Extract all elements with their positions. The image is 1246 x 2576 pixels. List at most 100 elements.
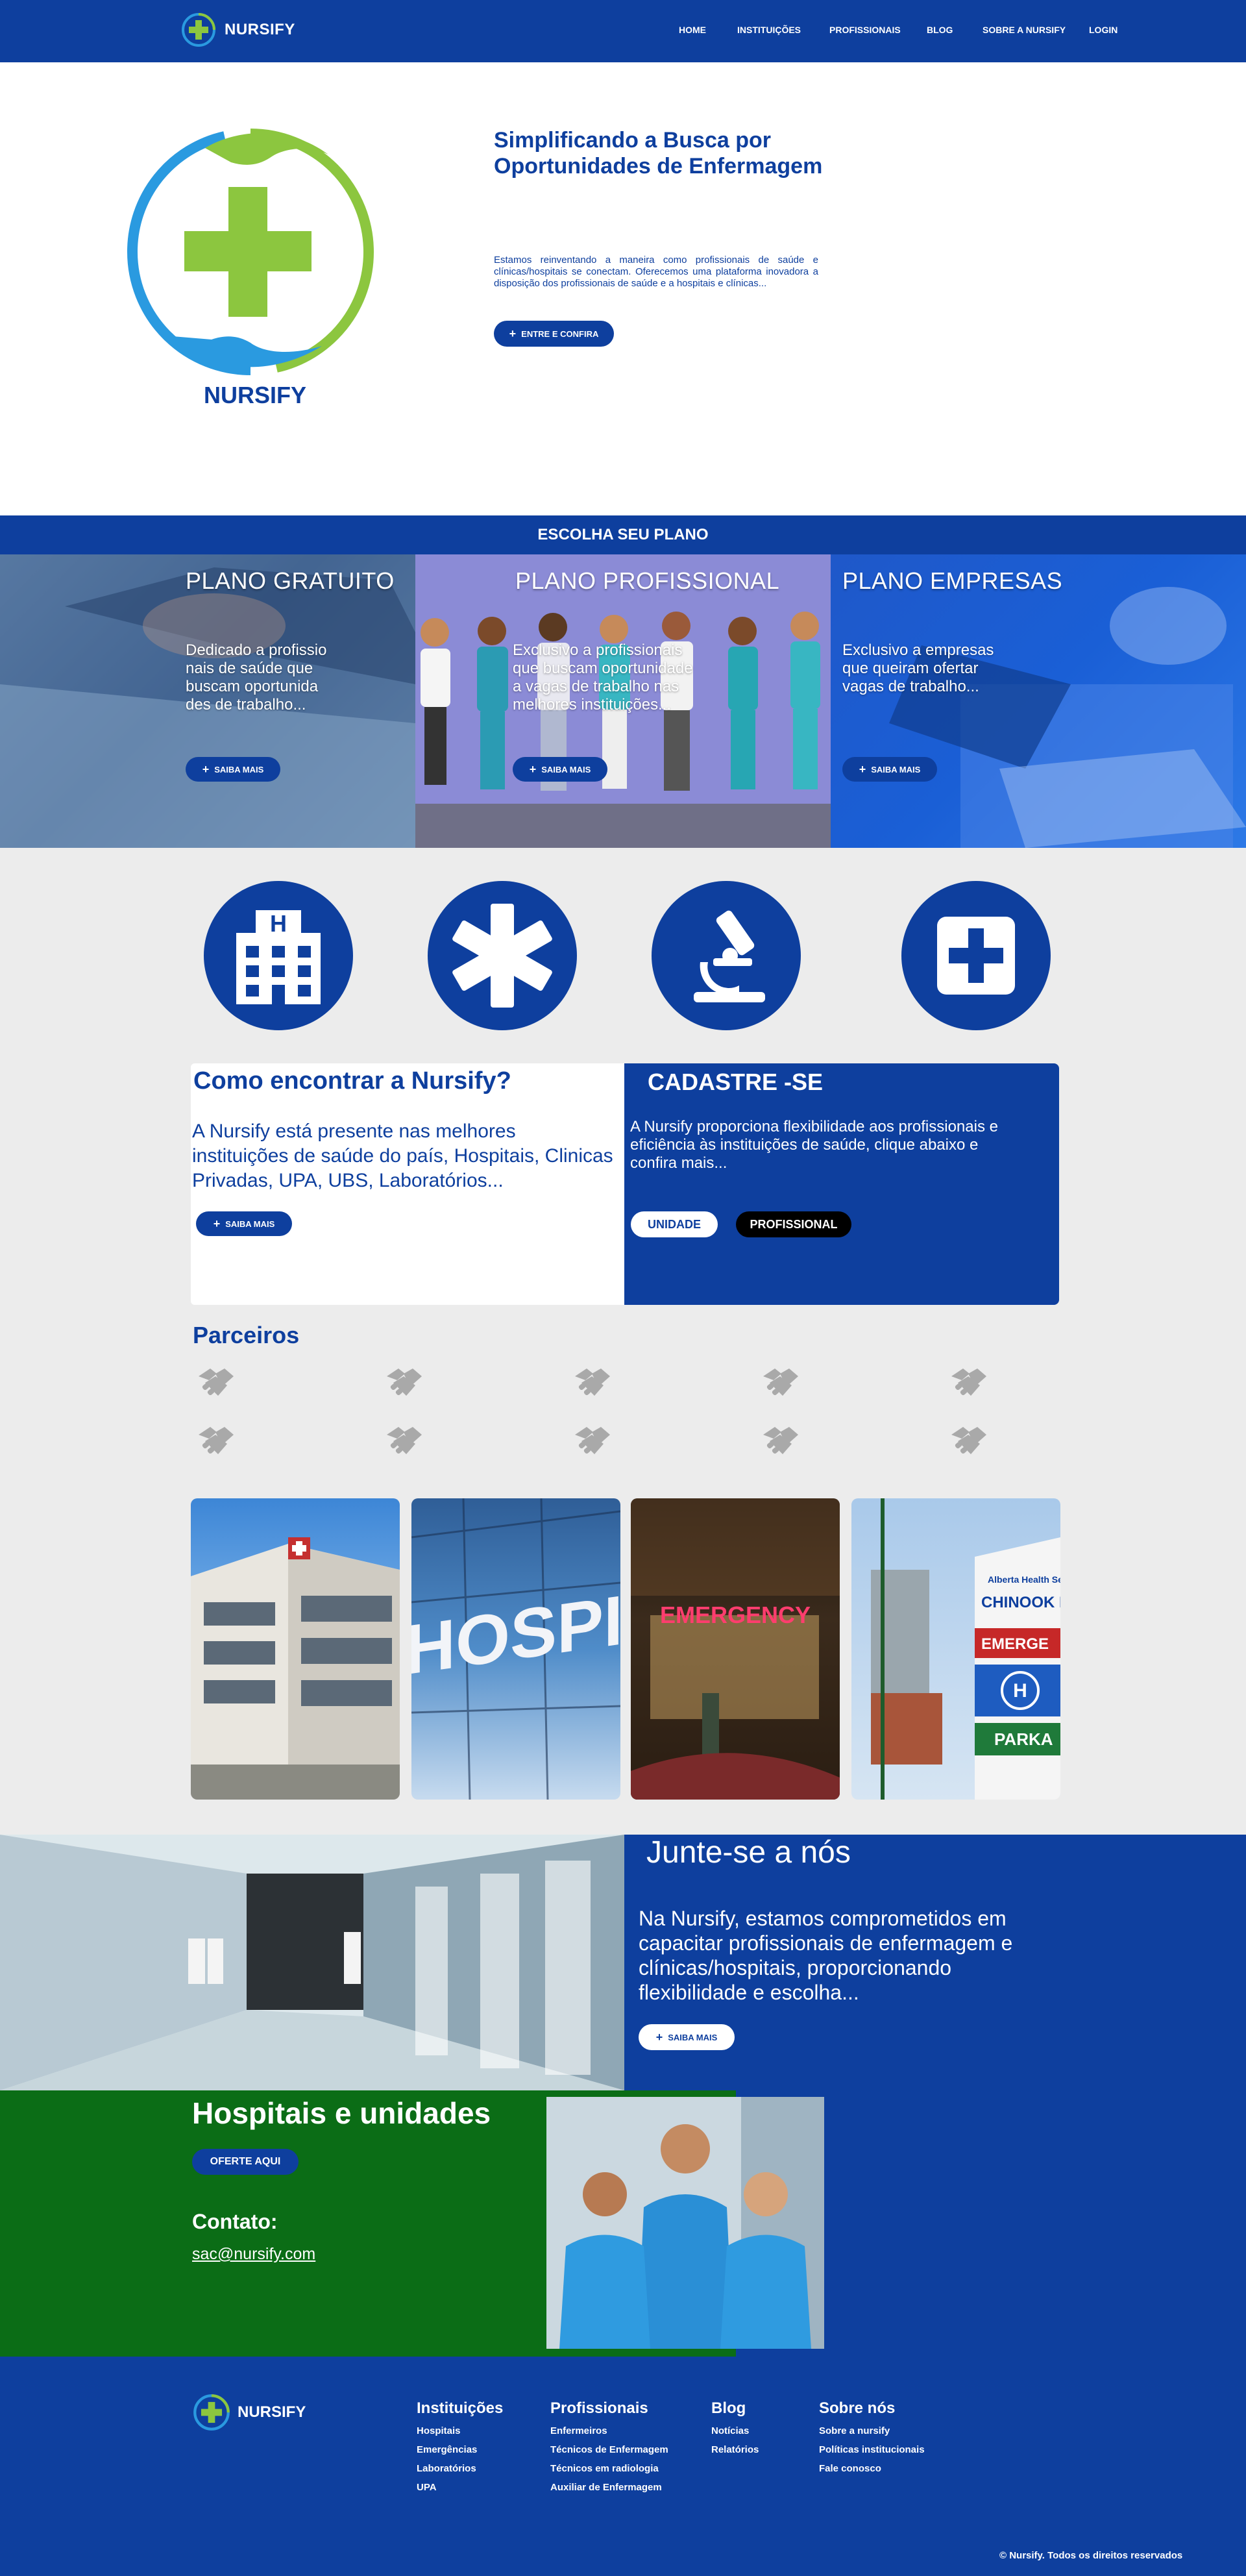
footer-logo[interactable]: NURSIFY — [192, 2393, 306, 2432]
parka-text: PARKA — [994, 1729, 1053, 1749]
offer-here-button[interactable]: OFERTE AQUI — [192, 2149, 299, 2175]
plan-text: Exclusivo a profissionais que buscam opo… — [513, 641, 693, 713]
footer-link[interactable]: Notícias — [711, 2421, 759, 2440]
photo-card-emergency: EMERGENCY — [631, 1498, 840, 1800]
footer-link[interactable]: Auxiliar de Enfermagem — [550, 2478, 668, 2497]
nav-profissionais[interactable]: PROFISSIONAIS — [829, 25, 901, 35]
footer-col-instituicoes: Instituições Hospitais Emergências Labor… — [417, 2399, 503, 2497]
hero-cta-button[interactable]: + ENTRE E CONFIRA — [494, 321, 614, 347]
footer-link[interactable]: Técnicos de Enfermagem — [550, 2440, 668, 2459]
plan-card-professional: PLANO PROFISSIONAL Exclusivo a profissio… — [415, 554, 831, 848]
footer-link[interactable]: Relatórios — [711, 2440, 759, 2459]
plan-title: PLANO PROFISSIONAL — [515, 567, 780, 594]
chinook-name-text: CHINOOK RE HOSPITAL — [981, 1594, 1060, 1611]
handshake-icon[interactable] — [196, 1423, 236, 1459]
plan-title: PLANO EMPRESAS — [842, 567, 1063, 594]
contact-label: Contato: — [192, 2210, 278, 2233]
hospit-sign-photo: HOSPIT — [411, 1498, 620, 1800]
photo-card-hospit-sign: HOSPIT — [411, 1498, 620, 1800]
hero-description: Estamos reinventando a maneira como prof… — [494, 254, 818, 289]
footer-link[interactable]: UPA — [417, 2478, 503, 2497]
handshake-icon[interactable] — [384, 1365, 424, 1401]
contact-email-link[interactable]: sac@nursify.com — [192, 2245, 315, 2264]
join-title: Junte-se a nós — [646, 1835, 851, 1870]
svg-text:H: H — [270, 910, 287, 937]
footer-link[interactable]: Enfermeiros — [550, 2421, 668, 2440]
handshake-icon[interactable] — [949, 1423, 989, 1459]
join-more-button[interactable]: + SAIBA MAIS — [639, 2024, 735, 2050]
unit-button[interactable]: UNIDADE — [631, 1211, 718, 1237]
footer-col-blog: Blog Notícias Relatórios — [711, 2399, 759, 2459]
footer-link[interactable]: Laboratórios — [417, 2459, 503, 2478]
footer-col-title: Sobre nós — [819, 2399, 896, 2417]
plans-heading: ESCOLHA SEU PLANO — [0, 515, 1246, 554]
find-more-label: SAIBA MAIS — [225, 1219, 275, 1229]
nursify-logo-icon — [193, 2394, 230, 2431]
plus-icon: + — [509, 327, 517, 340]
handshake-icon[interactable] — [949, 1365, 989, 1401]
nav-blog[interactable]: BLOG — [927, 25, 953, 35]
nurses-team-photo — [546, 2097, 824, 2349]
nav-logo[interactable]: NURSIFY — [180, 12, 295, 48]
microscope-icon — [652, 881, 801, 1030]
plan-more-button[interactable]: + SAIBA MAIS — [186, 757, 280, 782]
plus-icon: + — [202, 762, 210, 776]
footer-col-title: Instituições — [417, 2399, 504, 2417]
laptop-photo — [889, 587, 1246, 848]
register-description: A Nursify proporciona flexibilidade aos … — [630, 1118, 998, 1172]
nav-login[interactable]: LOGIN — [1089, 25, 1118, 35]
handshake-icon[interactable] — [572, 1423, 613, 1459]
plan-more-label: SAIBA MAIS — [214, 764, 264, 774]
nav-brand-name: NURSIFY — [225, 21, 295, 38]
plan-more-label: SAIBA MAIS — [541, 764, 591, 774]
footer-link[interactable]: Hospitais — [417, 2421, 503, 2440]
find-title: Como encontrar a Nursify? — [193, 1067, 511, 1095]
medical-cross-icon — [901, 881, 1051, 1030]
handshake-icon[interactable] — [384, 1423, 424, 1459]
h-sign-text: H — [1013, 1680, 1027, 1702]
nav-home[interactable]: HOME — [679, 25, 706, 35]
hero-logo-icon — [127, 129, 374, 375]
top-navbar: NURSIFY HOME INSTITUIÇÕES PROFISSIONAIS … — [0, 0, 1246, 62]
hospital-building-icon: H — [204, 881, 353, 1030]
plus-icon: + — [859, 762, 866, 776]
handshake-icon[interactable] — [572, 1365, 613, 1401]
plan-more-button[interactable]: + SAIBA MAIS — [842, 757, 937, 782]
join-description: Na Nursify, estamos comprometidos em cap… — [639, 1907, 1013, 2004]
emergency-text: EMERGENCY — [660, 1602, 811, 1628]
plan-more-button[interactable]: + SAIBA MAIS — [513, 757, 607, 782]
plan-more-label: SAIBA MAIS — [871, 764, 921, 774]
footer-link[interactable]: Técnicos em radiologia — [550, 2459, 668, 2478]
emerge-text: EMERGE — [981, 1635, 1049, 1653]
medical-star-icon — [428, 881, 577, 1030]
nav-instituicoes[interactable]: INSTITUIÇÕES — [737, 25, 801, 35]
hero-title: Simplificando a Busca por Oportunidades … — [494, 128, 823, 179]
nav-sobre[interactable]: SOBRE A NURSIFY — [983, 25, 1066, 35]
footer-link[interactable]: Políticas institucionais — [819, 2440, 925, 2459]
footer-col-sobre: Sobre nós Sobre a nursify Políticas inst… — [819, 2399, 925, 2478]
professional-button[interactable]: PROFISSIONAL — [736, 1211, 851, 1237]
plan-text: Exclusivo a empresas que queiram ofertar… — [842, 641, 994, 695]
photo-card-hospital-exterior — [191, 1498, 400, 1800]
photo-card-chinook-sign: Alberta Health Services CHINOOK RE HOSPI… — [851, 1498, 1060, 1800]
chinook-org-text: Alberta Health Services — [988, 1574, 1060, 1585]
register-card — [624, 1063, 1059, 1305]
join-more-label: SAIBA MAIS — [668, 2032, 718, 2042]
footer-col-profissionais: Profissionais Enfermeiros Técnicos de En… — [550, 2399, 668, 2497]
copyright-text: © Nursify. Todos os direitos reservados — [999, 2550, 1183, 2561]
footer-link[interactable]: Emergências — [417, 2440, 503, 2459]
footer-link[interactable]: Fale conosco — [819, 2459, 925, 2478]
corridor-photo — [0, 1835, 624, 2090]
nursify-logo-icon — [182, 13, 215, 47]
find-description: A Nursify está presente nas melhores ins… — [192, 1121, 613, 1191]
footer-col-title: Blog — [711, 2399, 746, 2417]
find-more-button[interactable]: + SAIBA MAIS — [196, 1211, 292, 1236]
handshake-icon[interactable] — [761, 1423, 801, 1459]
plus-icon: + — [213, 1217, 221, 1230]
handshake-icon[interactable] — [196, 1365, 236, 1401]
handshake-icon[interactable] — [761, 1365, 801, 1401]
emergency-entrance-photo: EMERGENCY — [631, 1498, 840, 1800]
register-title: CADASTRE -SE — [648, 1069, 824, 1095]
hero-cta-label: ENTRE E CONFIRA — [521, 328, 599, 339]
footer-link[interactable]: Sobre a nursify — [819, 2421, 925, 2440]
